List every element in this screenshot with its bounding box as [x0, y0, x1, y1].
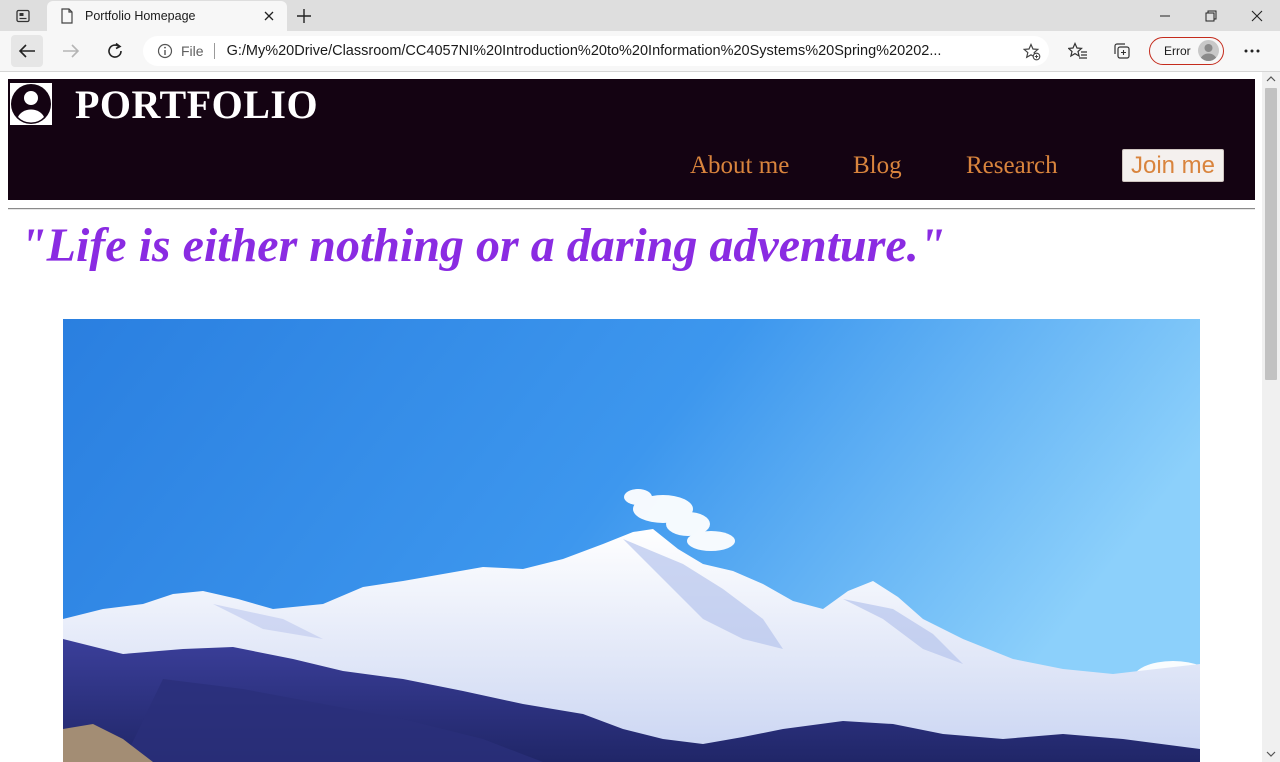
- page-viewport: PORTFOLIO About me Blog Research Join me…: [0, 72, 1262, 762]
- tab-close-button[interactable]: [261, 8, 277, 24]
- profile-status: Error: [1164, 44, 1191, 58]
- restore-button[interactable]: [1188, 0, 1234, 31]
- address-bar[interactable]: File G:/My%20Drive/Classroom/CC4057NI%20…: [143, 36, 1049, 66]
- nav-blog[interactable]: Blog: [853, 149, 902, 183]
- site-title: PORTFOLIO: [75, 82, 319, 127]
- add-favorite-icon: [1023, 43, 1041, 61]
- scroll-down-icon[interactable]: [1266, 750, 1276, 758]
- add-favorite-button[interactable]: [1023, 43, 1041, 61]
- back-arrow-icon: [18, 44, 35, 58]
- window-close-icon: [1251, 10, 1263, 21]
- minimize-icon: [1160, 15, 1170, 16]
- minimize-button[interactable]: [1142, 0, 1188, 31]
- forward-button[interactable]: [55, 35, 87, 67]
- plus-icon: [297, 9, 311, 23]
- reload-button[interactable]: [99, 35, 131, 67]
- page-icon: [59, 8, 75, 24]
- page-quote: "Life is either nothing or a daring adve…: [20, 219, 946, 272]
- address-url[interactable]: G:/My%20Drive/Classroom/CC4057NI%20Intro…: [227, 43, 1007, 59]
- join-me-button[interactable]: Join me: [1122, 149, 1224, 182]
- favorites-button[interactable]: [1062, 35, 1094, 67]
- close-icon: [264, 11, 274, 21]
- tab-actions-button[interactable]: [8, 5, 38, 27]
- hero-image: [63, 319, 1200, 762]
- user-profile-icon: [10, 83, 52, 125]
- active-tab[interactable]: Portfolio Homepage: [47, 1, 287, 31]
- tab-actions-icon: [16, 9, 30, 23]
- info-icon[interactable]: [157, 43, 173, 59]
- forward-arrow-icon: [63, 44, 80, 58]
- browser-toolbar: File G:/My%20Drive/Classroom/CC4057NI%20…: [0, 31, 1280, 72]
- page-scrollbar[interactable]: [1262, 72, 1280, 762]
- new-tab-button[interactable]: [293, 5, 315, 27]
- address-scheme: File: [181, 43, 204, 59]
- collections-icon: [1114, 43, 1130, 59]
- window-close-button[interactable]: [1234, 0, 1280, 31]
- tab-bar: Portfolio Homepage: [0, 0, 1280, 31]
- reload-icon: [108, 42, 122, 58]
- restore-icon: [1205, 10, 1217, 21]
- collections-button[interactable]: [1106, 35, 1138, 67]
- scroll-up-icon[interactable]: [1266, 75, 1276, 83]
- avatar-icon: [1198, 40, 1219, 61]
- profile-button[interactable]: Error: [1149, 37, 1224, 65]
- tab-title: Portfolio Homepage: [85, 9, 196, 23]
- nav-about-me[interactable]: About me: [690, 149, 789, 183]
- nav-research[interactable]: Research: [966, 149, 1058, 183]
- more-icon: [1244, 49, 1260, 53]
- scroll-thumb[interactable]: [1265, 88, 1277, 380]
- favorites-icon: [1068, 42, 1087, 59]
- site-header: PORTFOLIO About me Blog Research Join me: [8, 79, 1255, 200]
- more-button[interactable]: [1236, 35, 1268, 67]
- address-separator: [213, 43, 215, 59]
- divider: [8, 208, 1255, 210]
- back-button[interactable]: [11, 35, 43, 67]
